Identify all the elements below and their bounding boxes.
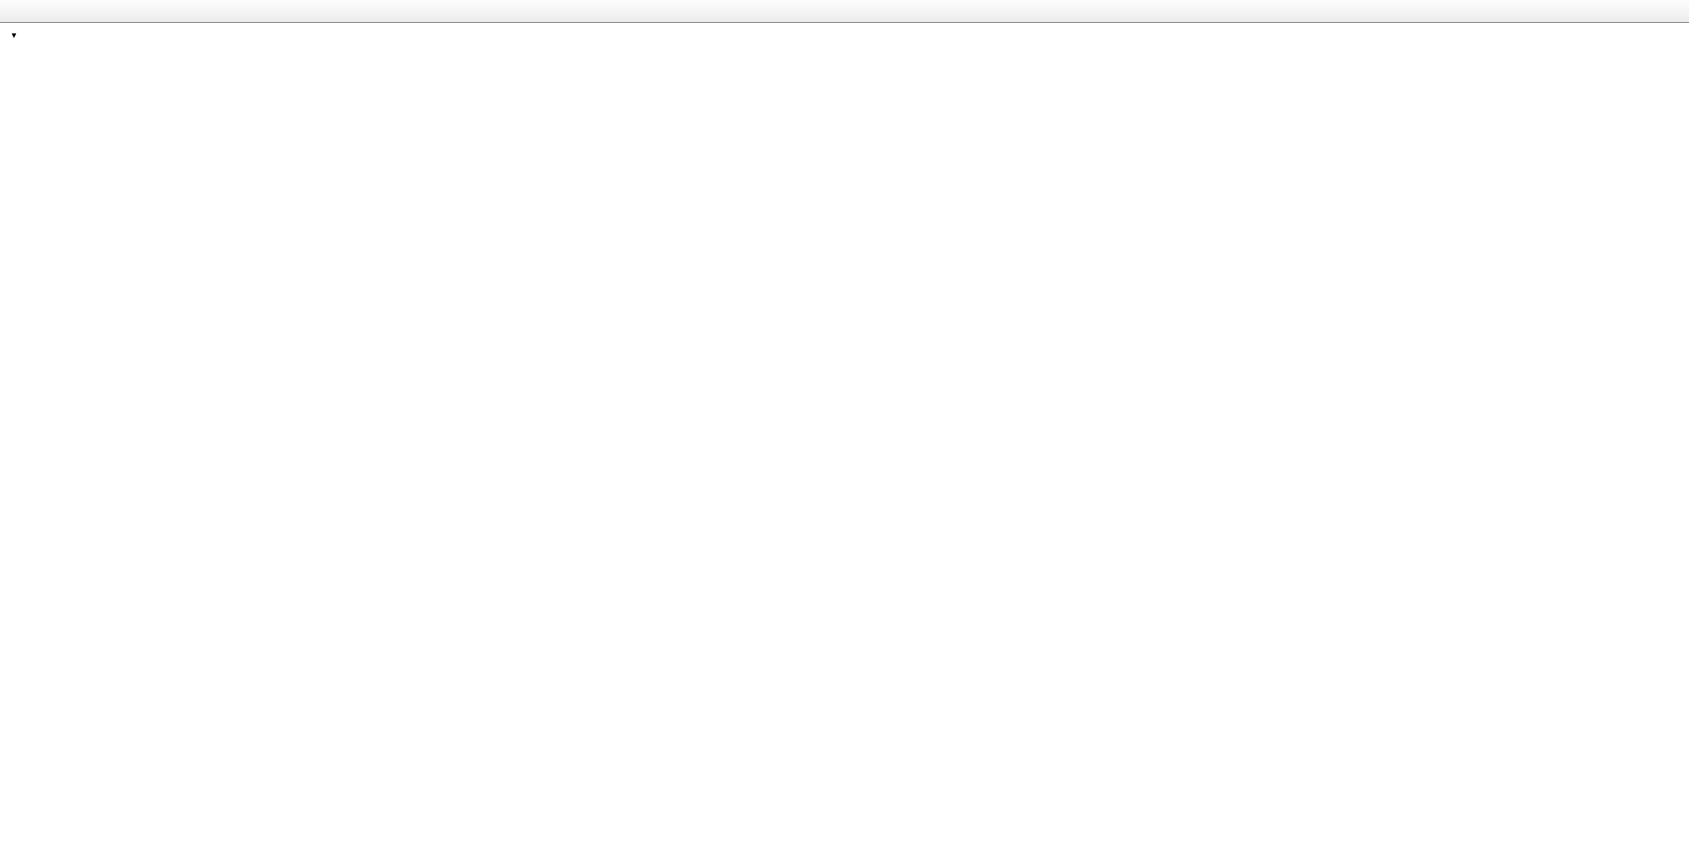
symbol-dropdown-icon[interactable]: ▼ <box>10 31 18 40</box>
chart-surface[interactable] <box>0 23 1689 865</box>
chart-window[interactable]: ▼ <box>0 23 1689 865</box>
chart-title: ▼ <box>10 28 28 42</box>
toolbar <box>0 0 1689 23</box>
